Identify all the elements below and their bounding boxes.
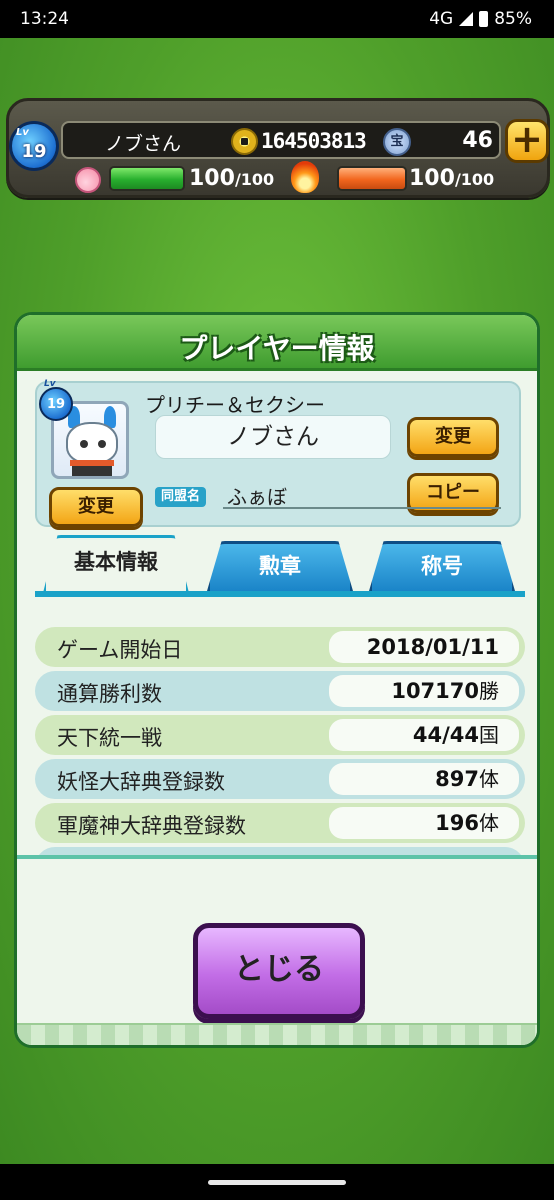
avatar-eye (98, 440, 106, 448)
hp-value-text: 100/100 (189, 166, 274, 191)
stat-value: 2018/01/11 (329, 631, 519, 663)
network-label: 4G (429, 9, 454, 29)
stat-value: 107170勝 (329, 675, 519, 707)
coin-icon (231, 128, 258, 155)
level-label: Lv (16, 127, 29, 138)
tab-underline (35, 591, 525, 597)
panel-header: プレイヤー情報 (17, 315, 537, 371)
avatar-level-value: 19 (46, 397, 66, 412)
game-screen: Lv 19 ノブさん 164503813 宝 46 + 100/100 100/… (0, 38, 554, 1164)
stat-value-number: 2018/01/11 (366, 635, 499, 659)
stat-label: ゲーム開始日 (57, 638, 183, 662)
hp-value: 100 (189, 166, 235, 191)
spirit-value: 100 (409, 166, 455, 191)
spirit-bar (337, 166, 407, 191)
stat-label: 軍魔神大辞典登録数 (57, 814, 246, 838)
add-currency-button[interactable]: + (505, 119, 549, 163)
stat-value: 897体 (329, 763, 519, 795)
avatar-level-badge: Lv 19 (39, 379, 73, 421)
battery-icon (479, 11, 489, 27)
spirit-value-text: 100/100 (409, 166, 494, 191)
stat-unit: 国 (479, 723, 499, 747)
status-time: 13:24 (20, 9, 69, 29)
spirit-bar-fill (339, 168, 405, 189)
stat-label: 天下統一戦 (57, 726, 162, 750)
stats-list[interactable]: ゲーム開始日 2018/01/11 通算勝利数 107170勝 天下統一戦 44… (35, 605, 525, 855)
home-gesture-bar[interactable] (208, 1180, 346, 1185)
stat-unit: 体 (479, 811, 499, 835)
player-name-field: ノブさん (155, 415, 391, 459)
stat-value: 44/44国 (329, 719, 519, 751)
change-avatar-button[interactable]: 変更 (49, 487, 143, 527)
stat-row-total-wins: 通算勝利数 107170勝 (35, 671, 525, 711)
navigation-bar (0, 1164, 554, 1200)
stat-row-gunmajin-medallium: 軍魔神大辞典登録数 196体 (35, 803, 525, 843)
player-hud: Lv 19 ノブさん 164503813 宝 46 + 100/100 100/… (6, 98, 550, 198)
divider (223, 507, 501, 509)
alliance-name: ふぁぼ (227, 485, 287, 509)
stat-label: 妖怪大辞典登録数 (57, 770, 225, 794)
info-tabs: 基本情報 勲章 称号 (35, 533, 525, 605)
player-info-panel: プレイヤー情報 Lv 19 変更 プリチー＆セクシー ノブさん 変更 コピー 同… (14, 312, 540, 1048)
treasure-icon: 宝 (383, 128, 411, 156)
tab-titles[interactable]: 称号 (369, 541, 515, 591)
stat-unit: 勝 (479, 679, 499, 703)
flame-icon (291, 161, 319, 193)
status-icons: 4G 85% (429, 9, 532, 29)
hp-max: /100 (234, 170, 275, 189)
stat-value-number: 897 (435, 767, 479, 791)
alliance-tag: 同盟名 (155, 487, 207, 507)
stat-row-yokai-medallium: 妖怪大辞典登録数 897体 (35, 759, 525, 799)
level-value: 19 (21, 141, 47, 162)
stats-divider (17, 855, 537, 859)
treasure-count: 46 (462, 128, 493, 153)
stat-row-start-date: ゲーム開始日 2018/01/11 (35, 627, 525, 667)
avatar-scarf (70, 460, 114, 466)
avatar-eye (80, 440, 88, 448)
signal-icon (459, 12, 474, 26)
stat-value-number: 44/44 (412, 723, 479, 747)
hp-bar-fill (111, 168, 183, 189)
level-badge: Lv 19 (9, 121, 59, 171)
hud-stamina-row: 100/100 100/100 (69, 161, 509, 197)
panel-title: プレイヤー情報 (179, 332, 375, 365)
stat-unit: 体 (479, 767, 499, 791)
hud-currency-row: ノブさん 164503813 宝 46 (61, 121, 501, 159)
stat-value-number: 196 (435, 811, 479, 835)
close-button[interactable]: とじる (193, 923, 365, 1019)
tab-medals[interactable]: 勲章 (207, 541, 353, 591)
spirit-max: /100 (454, 170, 495, 189)
avatar-level-label: Lv (44, 379, 56, 389)
hud-player-name: ノブさん (105, 133, 182, 155)
money-value: 164503813 (261, 129, 367, 153)
profile-card: Lv 19 変更 プリチー＆セクシー ノブさん 変更 コピー 同盟名 ふぁぼ (35, 379, 521, 527)
hp-bar (109, 166, 185, 191)
stat-value-number: 107170 (391, 679, 479, 703)
battery-level: 85% (494, 9, 532, 29)
player-title: プリチー＆セクシー (145, 393, 325, 417)
stat-row-unification: 天下統一戦 44/44国 (35, 715, 525, 755)
change-name-button[interactable]: 変更 (407, 417, 499, 457)
panel-footer-pattern (17, 1023, 537, 1045)
status-bar: 13:24 4G 85% (0, 0, 554, 38)
peach-icon (75, 167, 101, 193)
avatar-head (66, 422, 118, 464)
stat-label: 通算勝利数 (57, 682, 162, 706)
stat-value: 196体 (329, 807, 519, 839)
stat-row-partial (35, 847, 525, 855)
tab-basic-info[interactable]: 基本情報 (43, 535, 189, 593)
